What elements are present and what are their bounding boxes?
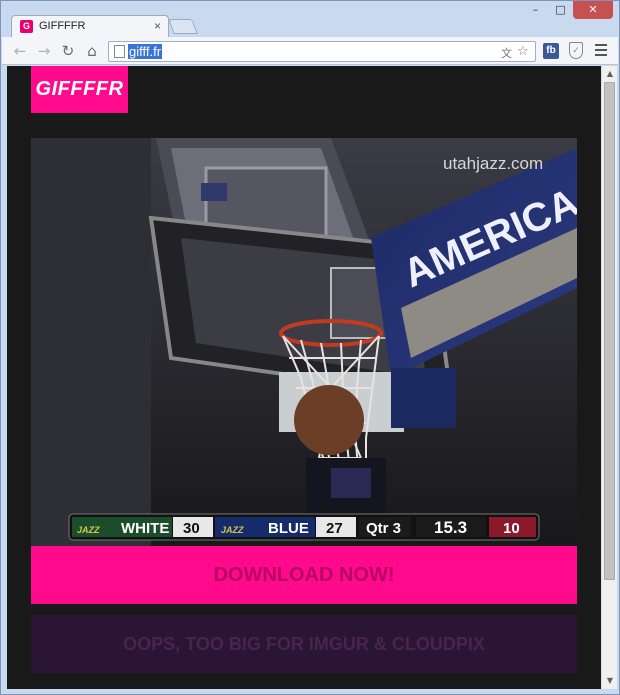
browser-toolbar: ← → ↻ ⌂ gifff.fr ⽂ ☆ fb ✓ — [2, 37, 618, 65]
shield-extension-icon[interactable]: ✓ — [569, 42, 583, 59]
reload-icon[interactable]: ↻ — [58, 41, 78, 61]
game-clock: 15.3 — [434, 518, 467, 537]
tab-strip: G GIFFFFR × – □ ✕ — [1, 1, 619, 37]
bookmark-star-icon[interactable]: ☆ — [517, 44, 529, 59]
gif-watermark: utahjazz.com — [443, 154, 543, 173]
forward-arrow-icon[interactable]: → — [34, 41, 54, 61]
period: Qtr 3 — [366, 520, 401, 537]
home-icon[interactable]: ⌂ — [82, 41, 102, 61]
tab-title: GIFFFFR — [39, 20, 86, 32]
basketball-gif-image: AMERICA utahjazz.com JAZZ WHITE 30 JAZZ … — [31, 138, 577, 546]
scroll-down-arrow-icon[interactable]: ▼ — [602, 674, 618, 688]
new-tab-button[interactable] — [168, 19, 198, 34]
scrollbar-thumb[interactable] — [604, 82, 615, 580]
team2-name: BLUE — [268, 520, 309, 537]
address-bar[interactable]: gifff.fr ⽂ ☆ — [108, 41, 536, 62]
vertical-scrollbar[interactable]: ▲ ▼ — [601, 66, 617, 689]
team2-score: 27 — [326, 520, 343, 537]
page-icon — [114, 45, 125, 58]
gif-preview: AMERICA utahjazz.com JAZZ WHITE 30 JAZZ … — [31, 138, 577, 546]
team1-score: 30 — [183, 520, 200, 537]
team1-name: WHITE — [121, 520, 169, 537]
url-text[interactable]: gifff.fr — [128, 44, 163, 59]
page-viewport: GIFFFFR AMERICA utahjazz.com JAZZ WHITE … — [7, 66, 601, 689]
scroll-up-arrow-icon[interactable]: ▲ — [602, 67, 618, 81]
giffffr-favicon-icon: G — [20, 20, 33, 33]
minimize-icon[interactable]: – — [523, 1, 548, 19]
window-controls: – □ ✕ — [523, 1, 613, 21]
tab-giffffr[interactable]: G GIFFFFR × — [11, 15, 169, 37]
team1-logo: JAZZ — [77, 525, 100, 535]
back-arrow-icon[interactable]: ← — [10, 41, 30, 61]
browser-window: G GIFFFFR × – □ ✕ ← → ↻ ⌂ gifff.fr ⽂ ☆ f… — [0, 0, 620, 695]
imgur-upload-button: OOPS, TOO BIG FOR IMGUR & CLOUDPIX — [31, 615, 577, 673]
site-logo[interactable]: GIFFFFR — [31, 66, 128, 113]
facebook-extension-icon[interactable]: fb — [543, 43, 559, 59]
translate-icon[interactable]: ⽂ — [501, 45, 512, 61]
shot-clock: 10 — [503, 520, 520, 537]
close-window-icon[interactable]: ✕ — [573, 1, 613, 19]
tab-close-icon[interactable]: × — [154, 19, 161, 33]
maximize-icon[interactable]: □ — [548, 1, 573, 19]
menu-hamburger-icon[interactable] — [595, 44, 607, 59]
download-button[interactable]: DOWNLOAD NOW! — [31, 546, 577, 604]
team2-logo: JAZZ — [221, 525, 244, 535]
